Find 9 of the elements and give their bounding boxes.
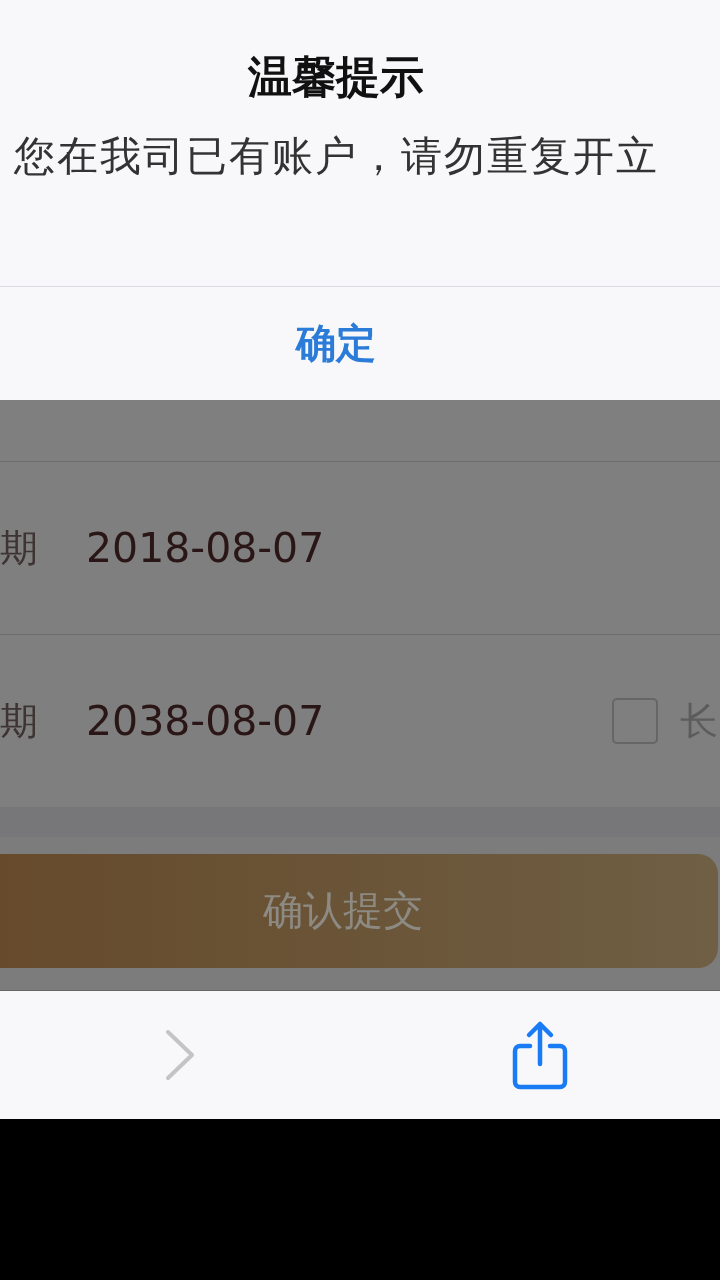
confirm-button[interactable]: 确定 xyxy=(0,287,720,399)
date-value[interactable]: 2018-08-07 xyxy=(86,524,720,572)
field-label: 期 xyxy=(0,524,39,572)
dialog-title: 温馨提示 xyxy=(248,50,424,104)
date-value[interactable]: 2038-08-07 xyxy=(86,697,612,745)
checkbox[interactable] xyxy=(612,698,658,744)
dialog-message: 您在我司已有账户，请勿重复开立 xyxy=(13,131,659,182)
share-icon[interactable] xyxy=(512,1020,568,1090)
field-label: 期 xyxy=(0,697,39,745)
